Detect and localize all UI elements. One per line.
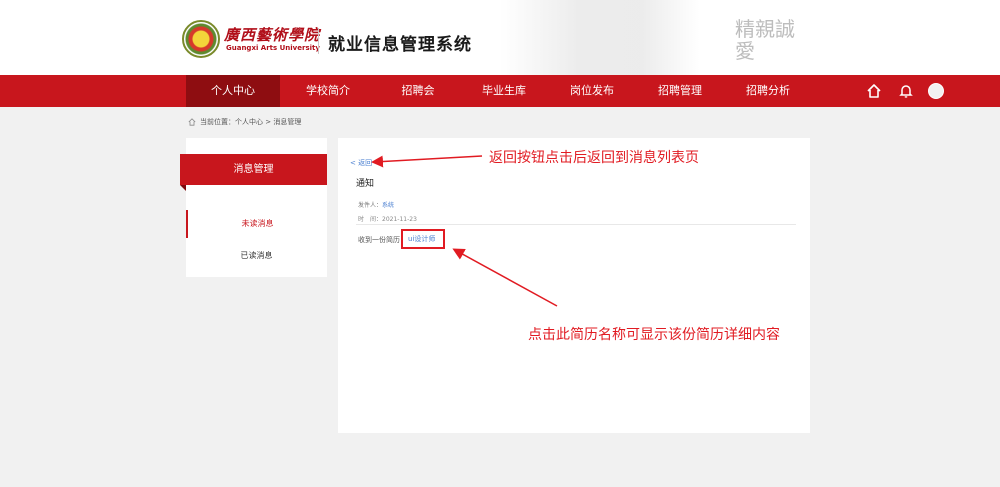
main-nav: 个人中心 学校简介 招聘会 毕业生库 岗位发布 招聘管理 招聘分析 — [0, 75, 1000, 107]
resume-name-link[interactable]: ui设计师 — [401, 229, 445, 249]
time-value: 2021-11-23 — [382, 216, 417, 223]
time-label: 时 间： — [358, 216, 383, 223]
sender-label: 发件人： — [358, 202, 383, 209]
content-divider — [356, 224, 796, 225]
sender-value: 系统 — [382, 202, 395, 209]
nav-item-personal-center[interactable]: 个人中心 — [186, 75, 280, 107]
nav-item-recruit-manage[interactable]: 招聘管理 — [642, 75, 718, 107]
nav-item-job-post[interactable]: 岗位发布 — [554, 75, 630, 107]
home-icon[interactable] — [866, 83, 882, 99]
nav-item-recruit-analysis[interactable]: 招聘分析 — [730, 75, 806, 107]
sidebar-item-read[interactable]: 已读消息 — [186, 242, 327, 270]
nav-item-graduate-db[interactable]: 毕业生库 — [466, 75, 542, 107]
sidebar: 消息管理 未读消息 已读消息 — [180, 138, 327, 277]
avatar[interactable] — [928, 83, 944, 99]
school-emblem-icon — [182, 20, 220, 58]
sidebar-title-fold — [180, 185, 186, 191]
annotation-back: 返回按钮点击后返回到消息列表页 — [489, 150, 699, 166]
logo-divider — [318, 28, 319, 54]
bell-icon[interactable] — [898, 83, 914, 99]
message-title: 通知 — [356, 179, 375, 189]
school-name-cn: 廣西藝術學院 — [224, 26, 321, 44]
message-detail-panel: < 返回 通知 发件人：系统 时 间：2021-11-23 收到一份简历 ui设… — [338, 138, 810, 433]
school-name-en: Guangxi Arts University — [226, 44, 320, 52]
nav-item-school-intro[interactable]: 学校简介 — [290, 75, 366, 107]
school-motto: 精親誠愛 — [735, 17, 795, 63]
sidebar-item-unread[interactable]: 未读消息 — [186, 210, 327, 238]
sidebar-title: 消息管理 — [180, 154, 327, 185]
breadcrumb: 当前位置：个人中心 > 消息管理 — [188, 117, 301, 127]
message-sender: 发件人：系统 — [358, 200, 394, 209]
annotation-resume: 点击此简历名称可显示该份简历详细内容 — [528, 327, 780, 343]
breadcrumb-text: 当前位置：个人中心 > 消息管理 — [200, 118, 302, 126]
message-time: 时 间：2021-11-23 — [358, 214, 417, 223]
system-title: 就业信息管理系统 — [328, 35, 472, 55]
message-body: 收到一份简历 — [358, 236, 400, 244]
location-home-icon — [188, 118, 196, 126]
back-button[interactable]: < 返回 — [350, 158, 372, 168]
campus-photo-banner — [500, 0, 700, 75]
site-header: 廣西藝術學院 Guangxi Arts University 就业信息管理系统 … — [0, 0, 1000, 75]
nav-item-job-fair[interactable]: 招聘会 — [380, 75, 456, 107]
